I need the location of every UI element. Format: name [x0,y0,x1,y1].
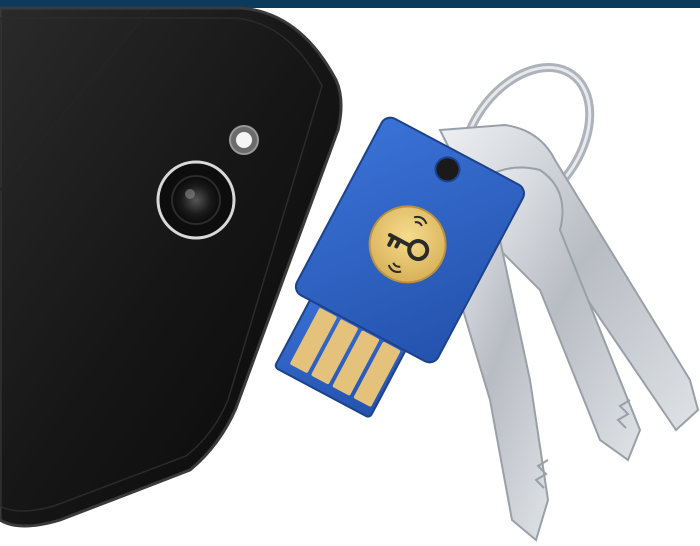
photo-scene [0,6,700,542]
smartphone [0,6,343,528]
camera-lens [156,160,236,240]
product-photo [0,0,700,546]
